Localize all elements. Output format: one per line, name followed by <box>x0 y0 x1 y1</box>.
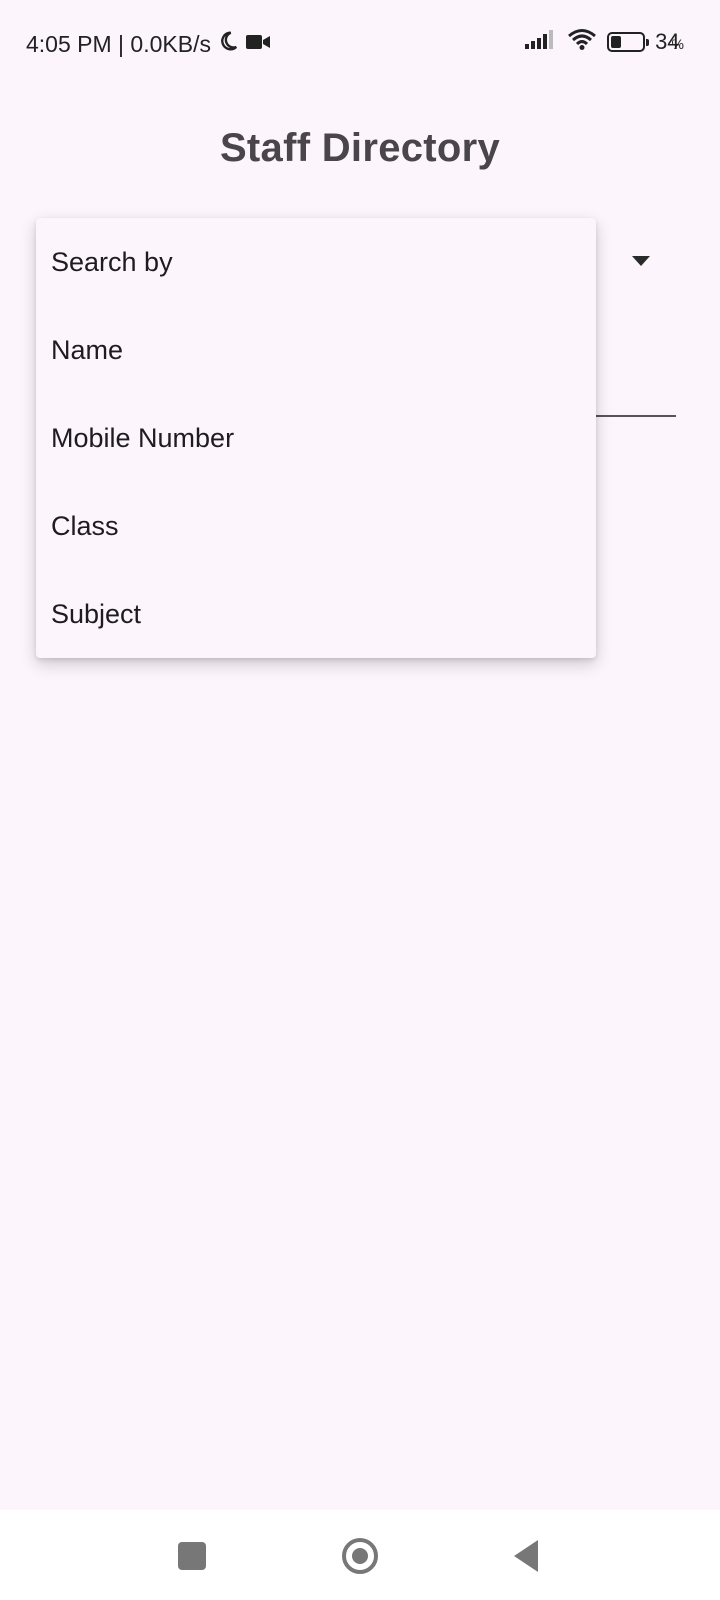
recents-square-icon[interactable] <box>178 1542 206 1570</box>
home-circle-icon[interactable] <box>342 1538 378 1574</box>
search-by-dropdown-menu: Search by Name Mobile Number Class Subject <box>36 218 596 658</box>
menu-item-name[interactable]: Name <box>36 306 596 394</box>
back-triangle-icon[interactable] <box>514 1540 538 1572</box>
battery-percent-suffix: % <box>671 36 684 52</box>
battery-icon <box>607 32 650 52</box>
status-left: 4:05 PM | 0.0KB/s <box>26 30 271 58</box>
page-title: Staff Directory <box>219 126 501 170</box>
menu-item-subject[interactable]: Subject <box>36 570 596 658</box>
status-bar: 4:05 PM | 0.0KB/s 34% <box>0 0 720 90</box>
moon-icon <box>217 30 239 58</box>
menu-item-mobile-number[interactable]: Mobile Number <box>36 394 596 482</box>
status-right: 34% <box>525 28 684 56</box>
status-time-speed: 4:05 PM | 0.0KB/s <box>26 30 211 57</box>
menu-item-search-by[interactable]: Search by <box>36 218 596 306</box>
menu-item-class[interactable]: Class <box>36 482 596 570</box>
signal-icon <box>525 29 557 55</box>
dropdown-arrow-icon[interactable] <box>632 256 650 266</box>
wifi-icon <box>567 28 597 56</box>
search-field-underline <box>596 415 676 417</box>
video-camera-icon <box>245 31 271 58</box>
battery-fill <box>611 36 622 48</box>
